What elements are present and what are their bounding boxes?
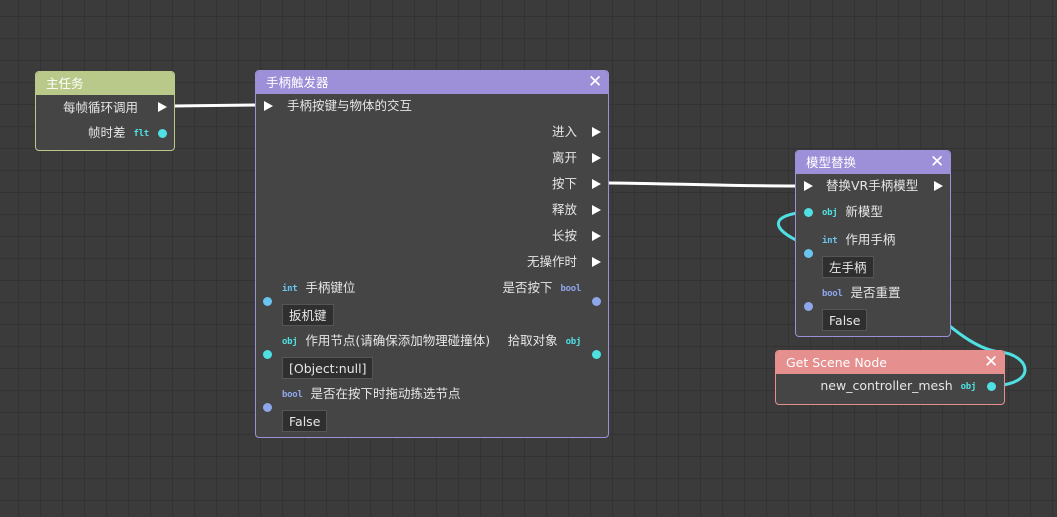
main-task-node[interactable]: 主任务 每帧循环调用 帧时差 flt	[35, 71, 175, 151]
bool-type-tag: bool	[560, 283, 582, 294]
mesh-output-pin[interactable]	[987, 382, 996, 391]
hand-input-pin[interactable]	[804, 249, 813, 258]
main-task-header[interactable]: 主任务	[36, 72, 174, 95]
drag-input-pin[interactable]	[263, 403, 272, 412]
obj-type-tag: obj	[565, 336, 582, 347]
drag-input-label: 是否在按下时拖动拣选节点	[310, 386, 461, 401]
wire-loop-to-trigger	[171, 103, 257, 108]
controller-trigger-header[interactable]: 手柄触发器 ✕	[256, 71, 608, 94]
bool-type-tag: bool	[282, 389, 303, 400]
button-input-pin[interactable]	[263, 297, 272, 306]
pressed-output-pin[interactable]	[592, 297, 601, 306]
close-icon[interactable]: ✕	[588, 71, 602, 94]
delta-time-out-pin[interactable]	[158, 129, 167, 138]
controller-trigger-node[interactable]: 手柄触发器 ✕ 手柄按键与物体的交互 进入 离开 按下 释放 长按 无操作时 i…	[255, 70, 609, 438]
output-enter-pin[interactable]	[592, 127, 601, 137]
output-idle-label: 无操作时	[526, 254, 577, 269]
main-task-title: 主任务	[46, 76, 84, 91]
close-icon[interactable]: ✕	[984, 351, 998, 374]
loop-exec-label: 每帧循环调用	[62, 100, 138, 115]
output-long-press-label: 长按	[551, 228, 577, 243]
replace-exec-in-pin[interactable]	[804, 181, 813, 191]
button-value-field[interactable]: 扳机键	[282, 304, 334, 326]
wire-press-to-replace	[607, 181, 798, 188]
node-value-field[interactable]: [Object:null]	[282, 357, 374, 379]
replace-exec-out-pin[interactable]	[934, 181, 943, 191]
delta-time-label: 帧时差	[88, 125, 126, 140]
output-enter-label: 进入	[551, 124, 577, 139]
float-type-tag: flt	[133, 128, 150, 139]
get-scene-node-header[interactable]: Get Scene Node ✕	[776, 351, 1004, 374]
button-input-label: 手柄键位	[305, 280, 356, 295]
node-input-pin[interactable]	[263, 350, 272, 359]
replace-exec-in-label: 替换VR手柄模型	[826, 178, 919, 193]
output-press-pin[interactable]	[592, 179, 601, 189]
trigger-exec-in-label: 手柄按键与物体的交互	[287, 98, 413, 113]
output-release-label: 释放	[551, 202, 577, 217]
loop-exec-out-pin[interactable]	[158, 102, 167, 112]
pressed-output-label: 是否按下	[502, 280, 553, 295]
hand-value-field[interactable]: 左手柄	[822, 256, 874, 278]
reset-value-field[interactable]: False	[822, 309, 868, 331]
output-release-pin[interactable]	[592, 205, 601, 215]
model-replace-header[interactable]: 模型替换 ✕	[796, 151, 950, 174]
hand-input-label: 作用手柄	[845, 232, 896, 247]
get-scene-node[interactable]: Get Scene Node ✕ new_controller_mesh obj	[775, 350, 1005, 405]
obj-type-tag: obj	[822, 207, 838, 218]
close-icon[interactable]: ✕	[930, 151, 944, 174]
reset-input-label: 是否重置	[850, 285, 901, 300]
output-leave-label: 离开	[551, 150, 577, 165]
obj-type-tag: obj	[282, 336, 298, 347]
picked-object-pin[interactable]	[592, 350, 601, 359]
output-long-press-pin[interactable]	[592, 231, 601, 241]
model-replace-title: 模型替换	[806, 155, 857, 170]
trigger-exec-in-pin[interactable]	[264, 101, 273, 111]
int-type-tag: int	[822, 235, 838, 246]
drag-value-field[interactable]: False	[282, 410, 328, 432]
int-type-tag: int	[282, 283, 298, 294]
mesh-output-label: new_controller_mesh	[820, 378, 953, 393]
output-idle-pin[interactable]	[592, 257, 601, 267]
controller-trigger-title: 手柄触发器	[266, 75, 329, 90]
model-replace-node[interactable]: 模型替换 ✕ 替换VR手柄模型 obj 新模型 int 作用手柄 左手柄 boo…	[795, 150, 951, 337]
model-input-pin[interactable]	[804, 208, 813, 217]
bool-type-tag: bool	[822, 288, 843, 299]
output-leave-pin[interactable]	[592, 153, 601, 163]
picked-object-label: 拾取对象	[507, 333, 558, 348]
get-scene-node-title: Get Scene Node	[786, 355, 887, 370]
model-input-label: 新模型	[845, 204, 883, 219]
obj-type-tag: obj	[960, 381, 977, 392]
output-press-label: 按下	[551, 176, 577, 191]
reset-input-pin[interactable]	[804, 302, 813, 311]
node-input-label: 作用节点(请确保添加物理碰撞体)	[305, 333, 491, 348]
